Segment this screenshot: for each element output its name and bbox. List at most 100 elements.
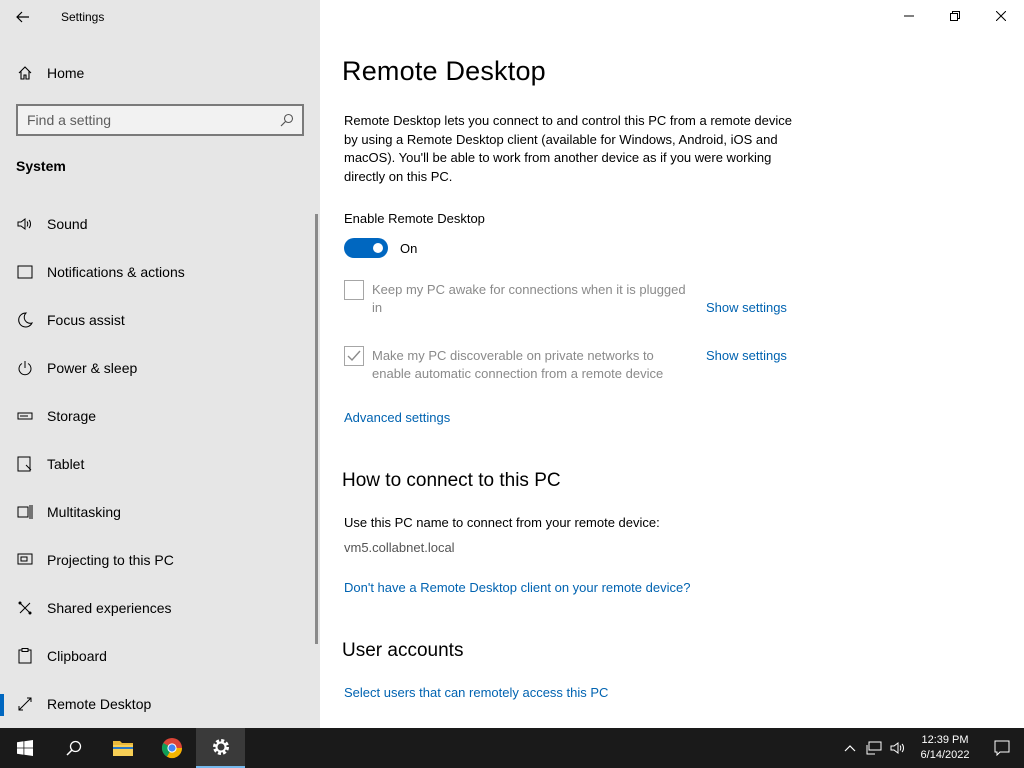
sidebar-item-label: Power & sleep (47, 360, 138, 376)
home-nav-item[interactable]: Home (0, 56, 320, 90)
windows-logo-icon (16, 740, 33, 756)
restore-icon (950, 11, 960, 21)
folder-icon (112, 741, 133, 756)
taskbar-search-icon (65, 740, 81, 756)
main-content: Remote Desktop Remote Desktop lets you c… (320, 0, 1024, 728)
shared-experiences-icon (16, 599, 34, 617)
notifications-icon (16, 263, 34, 281)
sidebar-item-focus-assist[interactable]: Focus assist (0, 296, 320, 344)
get-client-link[interactable]: Don't have a Remote Desktop client on yo… (344, 580, 690, 595)
system-tray: 12:39 PM 6/14/2022 (838, 728, 1024, 768)
how-to-connect-heading: How to connect to this PC (342, 470, 561, 491)
sidebar-item-shared-experiences[interactable]: Shared experiences (0, 584, 320, 632)
sidebar-item-label: Remote Desktop (47, 696, 152, 712)
sidebar: Settings Home System Sound Notifications… (0, 0, 320, 728)
toggle-state-label: On (400, 241, 418, 256)
window-controls (886, 0, 1024, 32)
clock-date: 6/14/2022 (920, 749, 970, 761)
action-center-icon (994, 740, 1010, 756)
discoverable-option: Make my PC discoverable on private netwo… (344, 346, 692, 383)
taskbar: 12:39 PM 6/14/2022 (0, 728, 1024, 768)
sidebar-item-power-sleep[interactable]: Power & sleep (0, 344, 320, 392)
sidebar-item-projecting[interactable]: Projecting to this PC (0, 536, 320, 584)
sidebar-item-label: Tablet (47, 456, 85, 472)
discoverable-checkbox[interactable] (344, 346, 364, 366)
sidebar-item-label: Shared experiences (47, 600, 172, 616)
page-title: Remote Desktop (342, 56, 546, 86)
enable-remote-desktop-label: Enable Remote Desktop (344, 211, 485, 226)
toggle-knob (373, 243, 383, 253)
sidebar-item-label: Projecting to this PC (47, 552, 174, 568)
action-center-button[interactable] (980, 728, 1024, 768)
sidebar-item-clipboard[interactable]: Clipboard (0, 632, 320, 680)
show-hidden-icons-button[interactable] (838, 728, 862, 768)
minimize-icon (904, 15, 914, 17)
moon-icon (16, 311, 34, 329)
sidebar-item-multitasking[interactable]: Multitasking (0, 488, 320, 536)
storage-icon (16, 407, 34, 425)
clipboard-icon (16, 647, 34, 665)
clock-time: 12:39 PM (921, 734, 969, 746)
discoverable-label: Make my PC discoverable on private netwo… (372, 348, 664, 381)
volume-icon (890, 742, 904, 754)
search-button[interactable] (49, 728, 98, 768)
sidebar-item-tablet[interactable]: Tablet (0, 440, 320, 488)
chevron-up-icon (844, 745, 856, 752)
keep-awake-label: Keep my PC awake for connections when it… (372, 282, 686, 315)
sidebar-item-storage[interactable]: Storage (0, 392, 320, 440)
search-icon[interactable] (280, 113, 294, 127)
file-explorer-button[interactable] (98, 728, 147, 768)
keep-awake-checkbox[interactable] (344, 280, 364, 300)
settings-taskbar-button[interactable] (196, 728, 245, 768)
network-button[interactable] (862, 728, 886, 768)
pc-name: vm5.collabnet.local (344, 540, 455, 555)
sidebar-item-remote-desktop[interactable]: Remote Desktop (0, 680, 320, 728)
sidebar-item-label: Focus assist (47, 312, 125, 328)
checkmark-icon (347, 350, 361, 362)
title-bar: Settings (0, 0, 320, 34)
group-header: System (16, 158, 66, 174)
search-input[interactable] (18, 112, 280, 128)
advanced-settings-link[interactable]: Advanced settings (344, 410, 450, 425)
sidebar-item-label: Clipboard (47, 648, 107, 664)
sidebar-item-label: Storage (47, 408, 97, 424)
clock[interactable]: 12:39 PM 6/14/2022 (910, 733, 980, 763)
connect-instructions: Use this PC name to connect from your re… (344, 515, 660, 530)
back-arrow-icon (16, 11, 29, 23)
sidebar-item-label: Notifications & actions (47, 264, 185, 280)
enable-remote-desktop-toggle[interactable] (344, 238, 388, 258)
remote-desktop-icon (16, 695, 34, 713)
sidebar-item-sound[interactable]: Sound (0, 200, 320, 248)
chrome-icon (161, 738, 182, 759)
start-button[interactable] (0, 728, 49, 768)
sidebar-item-label: Multitasking (47, 504, 121, 520)
power-icon (16, 359, 34, 377)
chrome-button[interactable] (147, 728, 196, 768)
user-accounts-heading: User accounts (342, 640, 464, 661)
discoverable-show-settings-link[interactable]: Show settings (706, 348, 787, 363)
search-box[interactable] (16, 104, 304, 136)
home-icon (18, 66, 32, 80)
volume-button[interactable] (886, 728, 910, 768)
restore-button[interactable] (932, 0, 978, 32)
app-title: Settings (61, 10, 105, 24)
close-icon (996, 11, 1006, 21)
sidebar-scrollbar[interactable] (315, 214, 318, 644)
close-button[interactable] (978, 0, 1024, 32)
nav-list: Sound Notifications & actions Focus assi… (0, 200, 320, 728)
keep-awake-option: Keep my PC awake for connections when it… (344, 280, 692, 317)
sidebar-item-label: Sound (47, 216, 88, 232)
gear-icon (212, 739, 229, 755)
network-icon (866, 741, 882, 755)
tablet-icon (16, 455, 34, 473)
sidebar-item-notifications[interactable]: Notifications & actions (0, 248, 320, 296)
speaker-icon (16, 215, 34, 233)
keep-awake-show-settings-link[interactable]: Show settings (706, 300, 787, 315)
projecting-icon (16, 551, 34, 569)
minimize-button[interactable] (886, 0, 932, 32)
back-button[interactable] (0, 0, 46, 34)
page-description: Remote Desktop lets you connect to and c… (344, 113, 792, 184)
select-users-link[interactable]: Select users that can remotely access th… (344, 685, 608, 700)
home-label: Home (47, 65, 85, 81)
multitasking-icon (16, 503, 34, 521)
